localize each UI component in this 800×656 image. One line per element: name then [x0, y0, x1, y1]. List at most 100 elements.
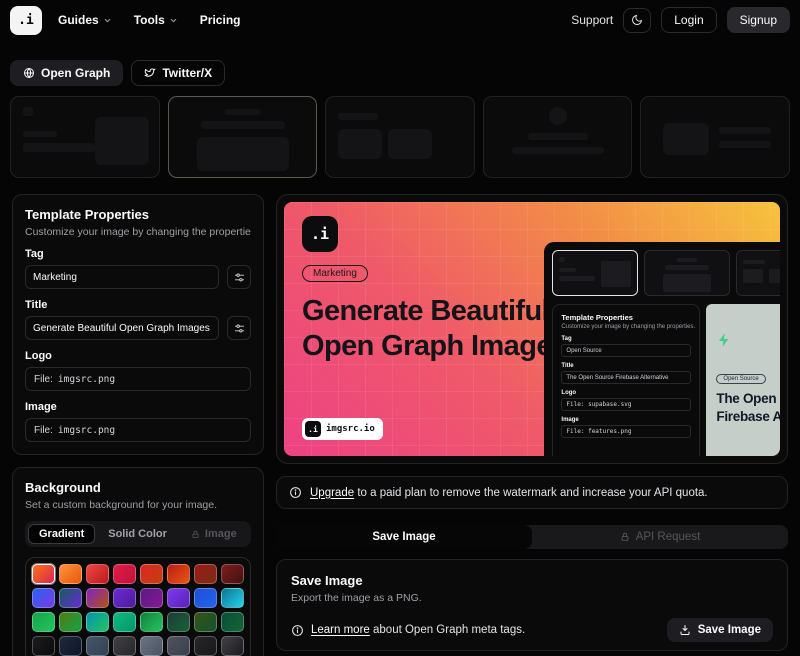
app-logo[interactable]: .i — [10, 6, 42, 35]
output-tabs: Save Image API Request — [276, 525, 788, 549]
gradient-swatch[interactable] — [32, 612, 55, 632]
template-thumbnail[interactable] — [483, 96, 633, 178]
title-input[interactable] — [25, 316, 219, 340]
twitter-bird-icon — [144, 67, 156, 79]
gradient-swatch[interactable] — [32, 636, 55, 656]
gradient-swatch[interactable] — [194, 564, 217, 584]
gradient-swatch[interactable] — [221, 612, 244, 632]
save-image-button[interactable]: Save Image — [667, 618, 773, 642]
gradient-swatch[interactable] — [221, 636, 244, 656]
gradient-swatch[interactable] — [113, 588, 136, 608]
download-icon — [679, 624, 691, 636]
moon-icon — [631, 14, 643, 26]
gradient-swatch[interactable] — [86, 564, 109, 584]
tab-gradient[interactable]: Gradient — [28, 524, 95, 544]
tab-api-request[interactable]: API Request — [532, 525, 788, 549]
chevron-down-icon — [103, 16, 112, 25]
watermark-logo: .i — [305, 421, 321, 437]
panel-description: Export the image as a PNG. — [291, 592, 773, 604]
gradient-swatch[interactable] — [113, 636, 136, 656]
tab-image[interactable]: Image — [180, 524, 248, 544]
mini-logo-input: File: supabase.svg — [561, 398, 691, 411]
gradient-swatch[interactable] — [167, 564, 190, 584]
tab-open-graph[interactable]: Open Graph — [10, 60, 123, 86]
panel-title: Template Properties — [25, 207, 251, 222]
image-file-input[interactable]: File: imgsrc.png — [25, 418, 251, 442]
nav-guides[interactable]: Guides — [58, 13, 112, 27]
template-thumbnail-row — [10, 96, 790, 178]
signup-button[interactable]: Signup — [727, 7, 790, 33]
nav-tools[interactable]: Tools — [134, 13, 178, 27]
sliders-icon — [234, 323, 245, 334]
lock-icon — [191, 530, 200, 539]
mini-image-input: File: features.png — [561, 425, 691, 438]
mini-template-properties-panel: Template Properties Customize your image… — [552, 304, 700, 456]
info-icon — [289, 486, 302, 499]
theme-toggle-button[interactable] — [623, 8, 651, 33]
tag-adjust-button[interactable] — [227, 265, 251, 289]
gradient-swatch[interactable] — [221, 564, 244, 584]
gradient-swatch[interactable] — [140, 612, 163, 632]
gradient-swatch[interactable] — [167, 588, 190, 608]
mini-template-thumbnail — [552, 250, 638, 296]
gradient-swatch[interactable] — [86, 588, 109, 608]
tab-twitter-x[interactable]: Twitter/X — [131, 60, 225, 86]
gradient-swatch[interactable] — [32, 588, 55, 608]
gradient-swatch[interactable] — [113, 564, 136, 584]
gradient-swatch[interactable] — [194, 588, 217, 608]
gradient-swatch[interactable] — [59, 612, 82, 632]
gradient-swatch[interactable] — [140, 564, 163, 584]
gradient-swatch[interactable] — [86, 612, 109, 632]
image-file-name: imgsrc.png — [58, 425, 115, 436]
template-thumbnail[interactable] — [168, 96, 318, 178]
gradient-swatch[interactable] — [194, 636, 217, 656]
login-button[interactable]: Login — [661, 7, 716, 33]
gradient-swatch[interactable] — [167, 636, 190, 656]
template-thumbnail[interactable] — [640, 96, 790, 178]
logo-label: Logo — [25, 350, 251, 362]
mini-title-input: The Open Source Firebase Alternative — [561, 371, 691, 384]
logo-file-input[interactable]: File: imgsrc.png — [25, 367, 251, 391]
lock-icon — [620, 532, 630, 542]
og-image-preview-card: .i Marketing Generate Beautiful Open Gra… — [276, 194, 788, 464]
support-link[interactable]: Support — [571, 13, 613, 27]
panel-title: Save Image — [291, 573, 773, 588]
preview-logo: .i — [302, 216, 338, 252]
mini-og-preview: Open Source The Open Source Firebase Alt… — [706, 304, 780, 456]
top-navbar: .i Guides Tools Pricing Support Login Si… — [0, 0, 800, 40]
template-thumbnail[interactable] — [10, 96, 160, 178]
template-properties-panel: Template Properties Customize your image… — [12, 194, 264, 455]
gradient-swatch[interactable] — [59, 564, 82, 584]
title-adjust-button[interactable] — [227, 316, 251, 340]
background-panel: Background Set a custom background for y… — [12, 467, 264, 656]
gradient-swatch[interactable] — [86, 636, 109, 656]
gradient-swatch[interactable] — [167, 612, 190, 632]
gradient-swatch[interactable] — [140, 636, 163, 656]
mini-template-thumbnail — [644, 250, 730, 296]
gradient-swatch-grid — [32, 564, 244, 656]
app-page: .i Guides Tools Pricing Support Login Si… — [0, 0, 800, 656]
nav-pricing[interactable]: Pricing — [200, 13, 241, 27]
preview-title: Generate Beautiful Open Graph Images — [302, 294, 567, 365]
main-nav: Guides Tools Pricing — [58, 13, 240, 27]
gradient-swatch[interactable] — [113, 612, 136, 632]
title-label: Title — [25, 299, 251, 311]
sliders-icon — [234, 272, 245, 283]
tab-solid-color[interactable]: Solid Color — [97, 524, 178, 544]
gradient-swatch[interactable] — [59, 588, 82, 608]
gradient-swatch[interactable] — [32, 564, 55, 584]
supabase-logo-icon — [716, 332, 780, 348]
gradient-swatch-panel — [25, 557, 251, 656]
background-type-tabs: Gradient Solid Color Image — [25, 521, 251, 547]
learn-more-link[interactable]: Learn more — [311, 624, 370, 636]
gradient-swatch[interactable] — [140, 588, 163, 608]
gradient-swatch[interactable] — [59, 636, 82, 656]
main-content: Template Properties Customize your image… — [12, 194, 788, 656]
panel-description: Customize your image by changing the pro… — [25, 226, 251, 238]
tab-save-image[interactable]: Save Image — [276, 525, 532, 549]
upgrade-link[interactable]: Upgrade — [310, 487, 354, 499]
template-thumbnail[interactable] — [325, 96, 475, 178]
tag-input[interactable] — [25, 265, 219, 289]
gradient-swatch[interactable] — [221, 588, 244, 608]
gradient-swatch[interactable] — [194, 612, 217, 632]
